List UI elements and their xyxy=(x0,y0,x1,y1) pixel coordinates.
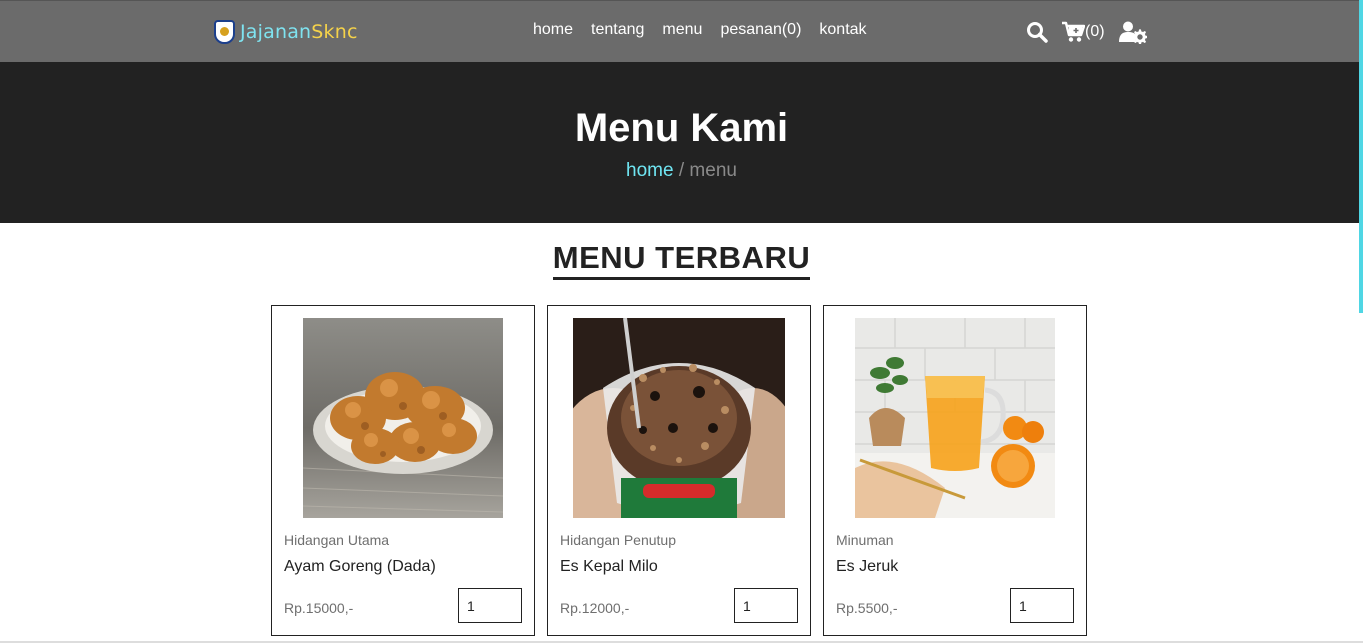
menu-item-category: Hidangan Penutup xyxy=(560,532,676,548)
brand-name-part2: Sknc xyxy=(311,21,358,43)
breadcrumb: home / menu xyxy=(0,160,1363,182)
quantity-input[interactable] xyxy=(734,588,798,623)
brand-name-part1: Jajanan xyxy=(240,21,312,43)
brand-name: JajananSknc xyxy=(240,21,358,43)
breadcrumb-separator: / xyxy=(673,160,690,181)
menu-item-name: Es Kepal Milo xyxy=(560,558,658,575)
menu-item-image-fried-chicken[interactable] xyxy=(303,318,503,518)
quantity-input[interactable] xyxy=(1010,588,1074,623)
nav-menu[interactable]: menu xyxy=(662,21,702,39)
menu-card: Minuman Es Jeruk Rp.5500,- xyxy=(823,305,1087,636)
school-emblem-icon xyxy=(214,20,235,44)
menu-item-name: Ayam Goreng (Dada) xyxy=(284,558,436,575)
menu-item-price: Rp.15000,- xyxy=(284,600,354,616)
menu-item-category: Hidangan Utama xyxy=(284,532,390,548)
menu-item-image-es-kepal-milo[interactable] xyxy=(573,318,785,518)
menu-item-price: Rp.12000,- xyxy=(560,600,630,616)
menu-card: Hidangan Penutup Es Kepal Milo Rp.12000,… xyxy=(547,305,811,636)
scroll-progress-bar xyxy=(1359,0,1363,313)
main-nav: home tentang menu pesanan(0) kontak xyxy=(533,21,867,39)
menu-item-price: Rp.5500,- xyxy=(836,600,898,616)
top-navbar: JajananSknc home tentang menu pesanan(0)… xyxy=(0,0,1363,62)
quantity-input[interactable] xyxy=(458,588,522,623)
breadcrumb-home[interactable]: home xyxy=(626,160,674,181)
header-icons: (0) xyxy=(1026,20,1147,44)
search-icon[interactable] xyxy=(1026,20,1048,44)
nav-pesanan[interactable]: pesanan(0) xyxy=(720,21,801,39)
user-settings-icon[interactable] xyxy=(1118,20,1147,44)
menu-item-category: Minuman xyxy=(836,532,894,548)
page-hero: Menu Kami home / menu xyxy=(0,62,1363,223)
menu-card: Hidangan Utama Ayam Goreng (Dada) Rp.150… xyxy=(271,305,535,636)
cart-icon[interactable] xyxy=(1061,20,1085,44)
menu-item-name: Es Jeruk xyxy=(836,558,899,575)
page-title: Menu Kami xyxy=(574,106,789,150)
nav-tentang[interactable]: tentang xyxy=(591,21,644,39)
nav-home[interactable]: home xyxy=(533,21,573,39)
cart-count: (0) xyxy=(1085,23,1105,40)
nav-kontak[interactable]: kontak xyxy=(819,21,866,39)
section-heading: MENU TERBARU xyxy=(0,240,1363,280)
menu-item-image-es-jeruk[interactable] xyxy=(855,318,1055,518)
breadcrumb-current: menu xyxy=(689,160,737,181)
brand-logo[interactable]: JajananSknc xyxy=(214,17,358,47)
section-title: MENU TERBARU xyxy=(552,240,811,280)
